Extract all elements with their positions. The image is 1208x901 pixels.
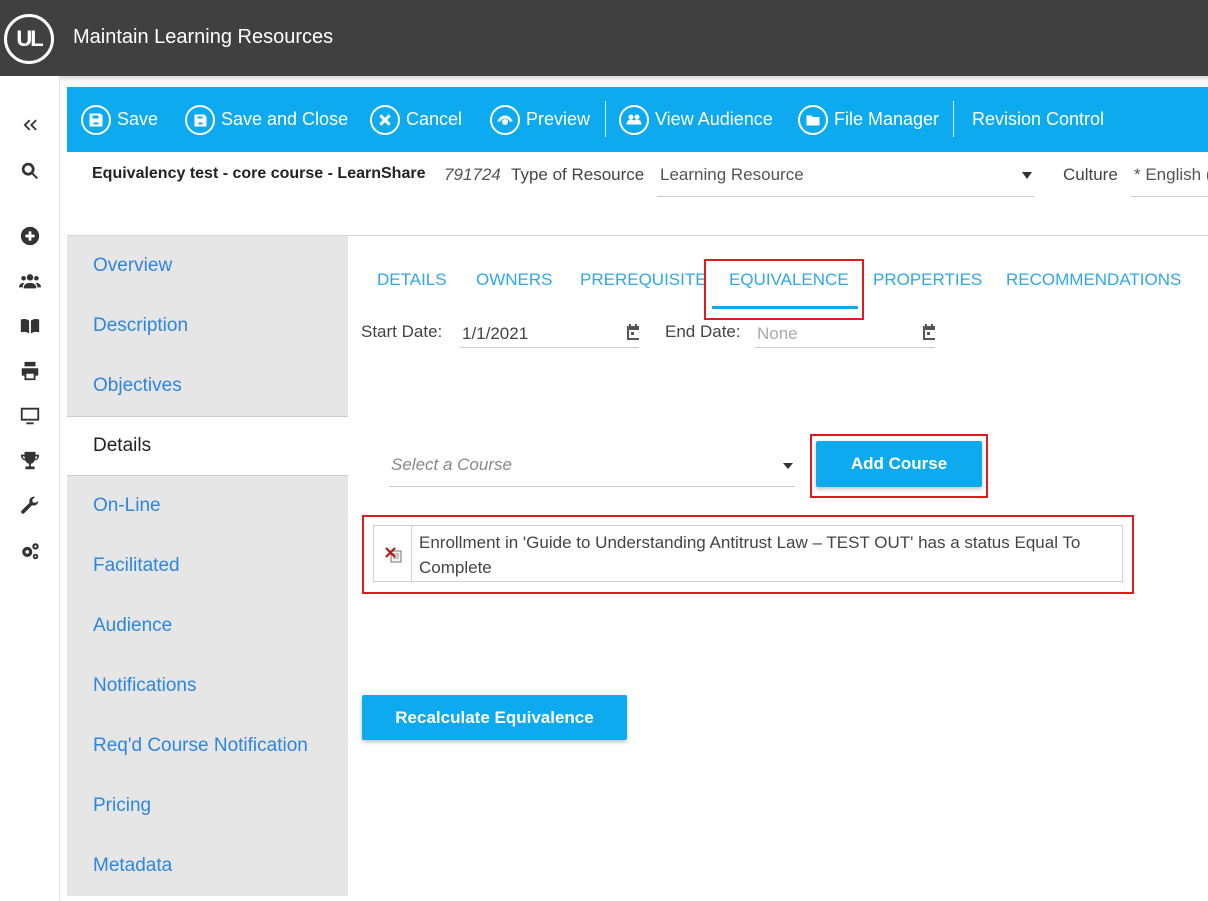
header-shadow: [60, 76, 1208, 82]
course-select-placeholder: Select a Course: [391, 455, 512, 474]
sidebar-item-details[interactable]: Details: [67, 416, 348, 476]
resource-type-label: Type of Resource: [511, 165, 645, 184]
file-manager-button[interactable]: File Manager: [798, 87, 939, 152]
highlight-box-equivalence-tab: [704, 259, 864, 320]
highlight-box-add-course: [810, 434, 988, 498]
tab-owners[interactable]: OWNERS: [476, 270, 553, 290]
users-icon[interactable]: [0, 266, 60, 296]
audience-icon: [619, 104, 649, 135]
toolbar-divider: [953, 101, 954, 137]
add-circle-icon[interactable]: [0, 221, 60, 251]
ul-logo: UL: [4, 14, 54, 64]
revision-control-button[interactable]: Revision Control: [972, 87, 1104, 152]
cancel-label: Cancel: [406, 109, 463, 129]
revision-control-label: Revision Control: [972, 109, 1105, 129]
culture-label: Culture: [1063, 165, 1118, 184]
tab-prerequisite[interactable]: PREREQUISITE: [580, 270, 707, 290]
view-audience-label: View Audience: [655, 109, 773, 129]
sidebar-item-audience[interactable]: Audience: [67, 596, 348, 656]
calendar-icon[interactable]: [624, 323, 642, 341]
file-manager-label: File Manager: [834, 109, 940, 129]
recalculate-equivalence-button[interactable]: Recalculate Equivalence: [362, 695, 627, 740]
culture-value: * English (: [1134, 165, 1208, 184]
sidebar-item-facilitated[interactable]: Facilitated: [67, 536, 348, 596]
sidebar-item-objectives[interactable]: Objectives: [67, 356, 348, 416]
monitor-icon[interactable]: [0, 401, 60, 431]
sidebar-item-description[interactable]: Description: [67, 296, 348, 356]
save-and-close-button[interactable]: Save and Close: [185, 87, 348, 152]
app-title: Maintain Learning Resources: [73, 26, 334, 48]
left-icon-rail: [0, 76, 60, 901]
section-sidebar: Overview Description Objectives Details …: [67, 236, 348, 896]
printer-icon[interactable]: [0, 356, 60, 386]
action-toolbar: Save Save and Close Cancel Preview View …: [67, 87, 1208, 152]
resource-type-value: Learning Resource: [660, 165, 804, 184]
tab-properties[interactable]: PROPERTIES: [873, 270, 982, 290]
preview-icon: [490, 104, 520, 135]
chevron-down-icon: [783, 463, 793, 469]
sidebar-item-overview[interactable]: Overview: [67, 236, 348, 296]
save-label: Save: [117, 109, 159, 129]
resource-type-select[interactable]: Learning Resource: [657, 160, 1034, 197]
save-button[interactable]: Save: [81, 87, 158, 152]
save-close-icon: [185, 104, 215, 135]
search-icon[interactable]: [0, 156, 60, 186]
toolbar-divider: [605, 101, 606, 137]
trophy-icon[interactable]: [0, 446, 60, 476]
sidebar-item-pricing[interactable]: Pricing: [67, 776, 348, 836]
save-icon: [81, 104, 111, 135]
folder-icon: [798, 104, 828, 135]
cancel-button[interactable]: Cancel: [370, 87, 462, 152]
end-date-label: End Date:: [665, 322, 741, 341]
book-icon[interactable]: [0, 311, 60, 341]
culture-select[interactable]: * English (: [1131, 160, 1208, 197]
sidebar-item-metadata[interactable]: Metadata: [67, 836, 348, 896]
sidebar-item-reqd-course-notification[interactable]: Req'd Course Notification: [67, 716, 348, 776]
tab-details[interactable]: DETAILS: [377, 270, 447, 290]
resource-id: 791724: [444, 165, 501, 184]
app-header: UL Maintain Learning Resources: [0, 0, 1208, 76]
sidebar-item-notifications[interactable]: Notifications: [67, 656, 348, 716]
course-select[interactable]: Select a Course: [389, 449, 795, 487]
collapse-icon[interactable]: [0, 110, 60, 140]
highlight-box-rule: [362, 515, 1134, 594]
start-date-input[interactable]: 1/1/2021: [460, 318, 639, 348]
tab-recommendations[interactable]: RECOMMENDATIONS: [1006, 270, 1181, 290]
wrench-icon[interactable]: [0, 491, 60, 521]
save-and-close-label: Save and Close: [221, 109, 349, 129]
dropdown-arrow-icon: [1022, 172, 1032, 179]
resource-name: Equivalency test - core course - LearnSh…: [92, 165, 426, 182]
sidebar-item-online[interactable]: On-Line: [67, 476, 348, 536]
preview-button[interactable]: Preview: [490, 87, 590, 152]
calendar-icon[interactable]: [920, 323, 938, 341]
settings-icon[interactable]: [0, 536, 60, 566]
view-audience-button[interactable]: View Audience: [619, 87, 773, 152]
preview-label: Preview: [526, 109, 591, 129]
start-date-label: Start Date:: [361, 322, 443, 341]
cancel-icon: [370, 104, 400, 135]
end-date-input[interactable]: None: [755, 318, 935, 348]
